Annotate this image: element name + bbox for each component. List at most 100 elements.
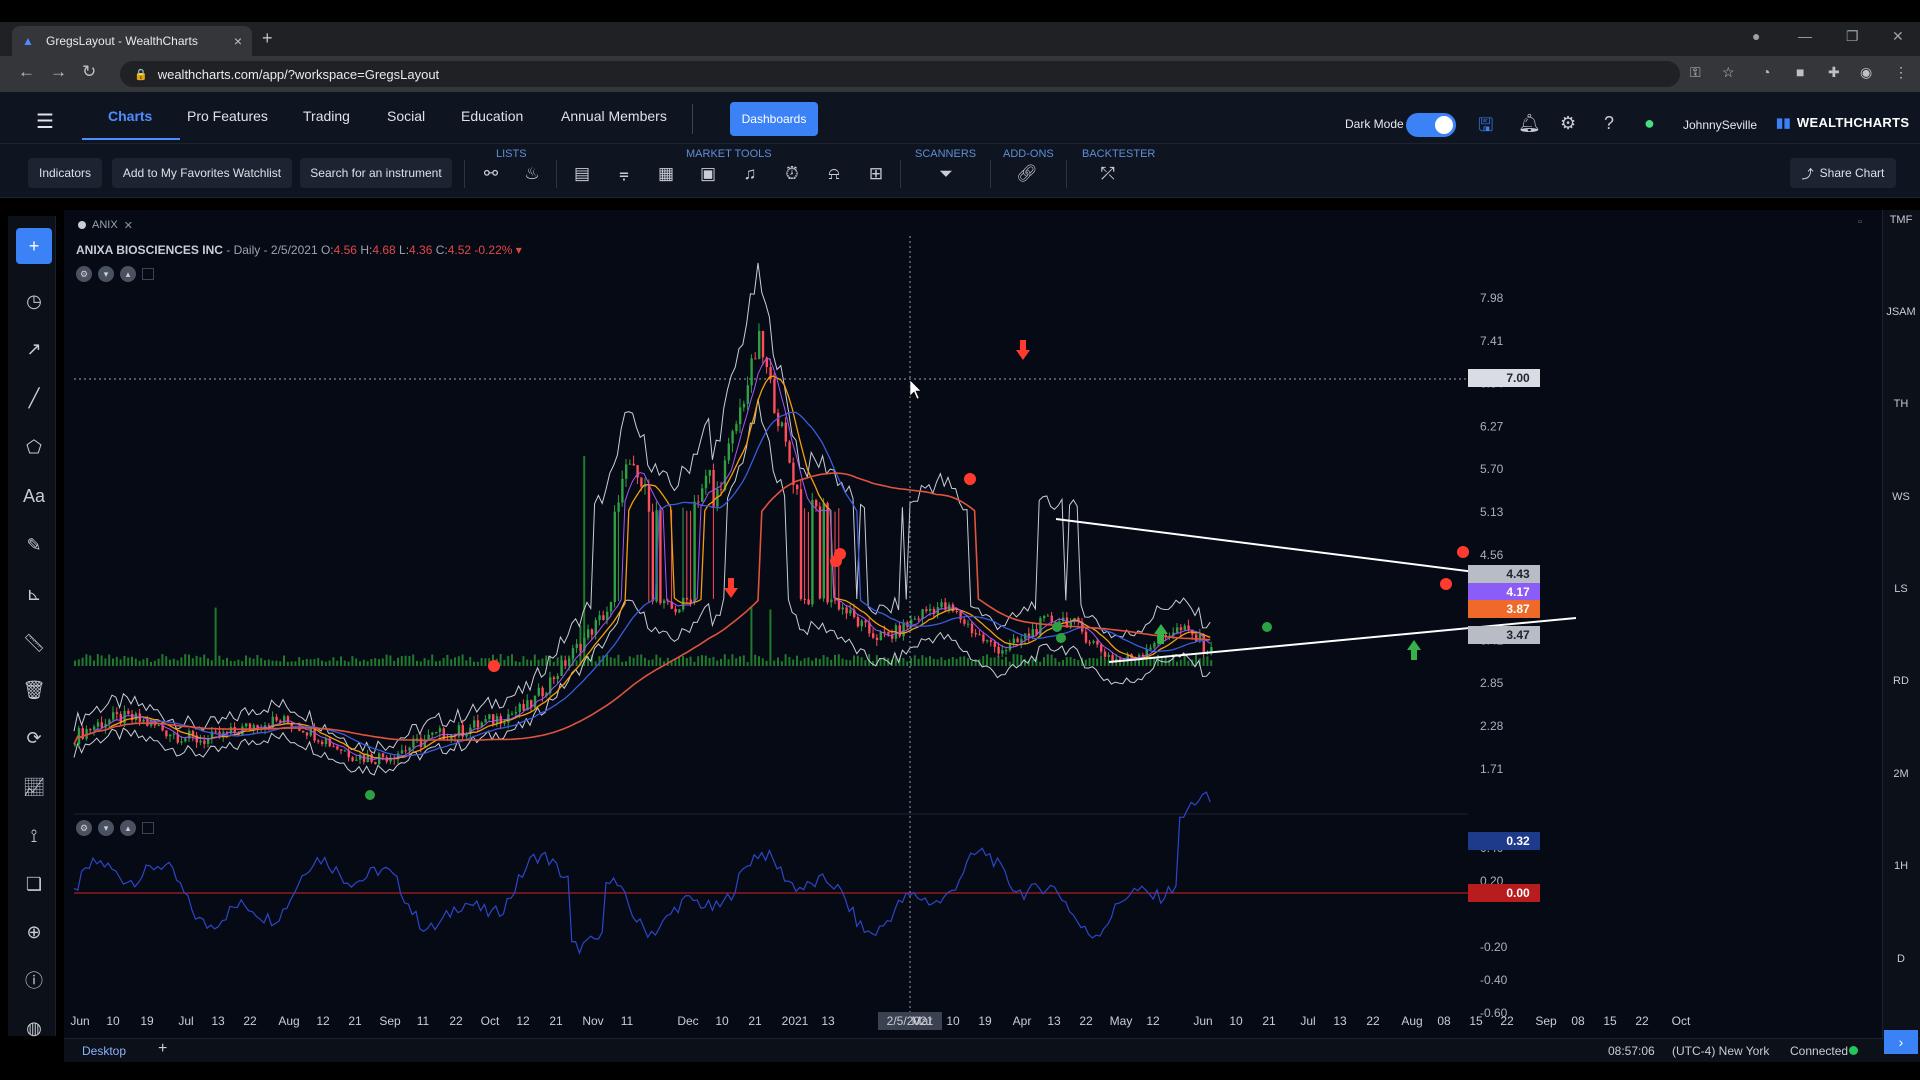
avatar[interactable]: ◉ <box>1860 64 1872 81</box>
ruler-icon[interactable]: 📏︎ <box>16 625 52 661</box>
share-chart-button[interactable]: ⤴ Share Chart <box>1790 158 1896 188</box>
bookmark-star-icon[interactable]: ☆ <box>1722 64 1735 81</box>
extension-icon[interactable]: ◔ <box>1762 64 1770 80</box>
volume-bar <box>849 660 852 666</box>
profile-circle-icon[interactable]: ● <box>1752 28 1760 44</box>
volume-bar <box>191 658 194 666</box>
right-panel-label-2m[interactable]: 2M <box>1884 768 1918 780</box>
help-icon[interactable]: ? <box>1604 113 1614 134</box>
candle-body <box>678 609 681 613</box>
right-panel-label-ls[interactable]: LS <box>1884 583 1918 595</box>
layers-icon[interactable]: ❏ <box>16 866 52 902</box>
nodes-icon[interactable]: ⟟ <box>16 818 52 854</box>
hamburger-menu-icon[interactable]: ☰ <box>36 109 54 134</box>
tab-close-button[interactable]: × <box>234 33 242 49</box>
nav-education[interactable]: Education <box>461 108 523 124</box>
heatmap-icon[interactable]: ⊞ <box>864 164 888 184</box>
trend-icon[interactable]: ↗ <box>16 331 52 367</box>
link-chain-icon[interactable]: ⚯ <box>479 164 503 184</box>
minimize-window-icon[interactable]: — <box>1798 28 1812 44</box>
right-panel-label-1h[interactable]: 1H <box>1884 860 1918 872</box>
hot-list-flame-icon[interactable]: ♨ <box>520 164 544 184</box>
alarm-icon[interactable]: ⏰︎ <box>780 164 804 184</box>
add-favorites-button[interactable]: Add to My Favorites Watchlist <box>112 158 292 188</box>
puzzle-icon[interactable]: ✚ <box>1828 64 1840 81</box>
close-window-icon[interactable]: ✕ <box>1892 28 1904 45</box>
candle-body <box>587 629 590 638</box>
symbol-tab-close-icon[interactable]: ✕ <box>124 219 133 232</box>
workspace-tab-desktop[interactable]: Desktop <box>82 1044 126 1058</box>
nav-trading[interactable]: Trading <box>303 108 350 124</box>
right-panel-label-tmf[interactable]: TMF <box>1884 214 1918 226</box>
candle-body <box>773 379 776 413</box>
right-panel-label-th[interactable]: TH <box>1884 398 1918 410</box>
nav-charts[interactable]: Charts <box>108 108 152 124</box>
candle-body <box>537 687 540 696</box>
forward-icon[interactable]: → <box>50 62 67 82</box>
right-panel-label-ws[interactable]: WS <box>1884 491 1918 503</box>
news-icon[interactable]: ▤ <box>570 164 594 184</box>
volume-bar <box>625 661 627 666</box>
bell-icon[interactable]: 🔔︎ <box>1518 113 1541 134</box>
line-tool-icon[interactable]: ╱ <box>16 380 52 416</box>
refresh-icon[interactable]: ⟳ <box>16 720 52 756</box>
right-panel-label-d[interactable]: D <box>1884 953 1918 965</box>
trash-icon[interactable]: 🗑︎ <box>16 672 52 708</box>
key-icon[interactable]: ⚿ <box>1690 64 1701 81</box>
volume-bar <box>1016 654 1019 666</box>
gear-icon[interactable]: ⚙ <box>1560 113 1576 134</box>
right-panel-label-jsam[interactable]: JSAM <box>1884 306 1918 318</box>
dark-mode-toggle[interactable] <box>1406 113 1456 137</box>
chart-analysis-icon[interactable]: ⩦ <box>612 164 636 184</box>
username[interactable]: JohnnySeville <box>1683 118 1757 132</box>
info-icon[interactable]: ⓘ <box>16 962 52 998</box>
calendar-icon[interactable]: ▦ <box>654 164 678 184</box>
text-tool-icon[interactable]: Aa <box>16 478 52 514</box>
new-tab-button[interactable]: + <box>262 28 273 49</box>
status-globe-icon[interactable]: ● <box>1644 113 1655 134</box>
candle-body <box>427 734 430 740</box>
volume-bar <box>507 655 510 666</box>
addons-link-icon[interactable]: 🔗︎ <box>1015 164 1039 184</box>
expand-panel-arrow-icon[interactable]: › <box>1884 1030 1918 1054</box>
shapes-icon[interactable]: ⬠ <box>16 429 52 465</box>
url-field[interactable]: 🔒 wealthcharts.com/app/?workspace=GregsL… <box>120 61 1680 87</box>
measure-icon[interactable]: ⊾ <box>16 576 52 612</box>
pencil-icon[interactable]: ✎ <box>16 527 52 563</box>
add-tool-icon[interactable]: + <box>16 228 52 264</box>
extension-red-icon[interactable]: ■ <box>1796 64 1804 80</box>
filter-icon[interactable]: ⏷ <box>934 164 958 184</box>
indicators-button[interactable]: Indicators <box>28 158 102 188</box>
time-axis-label: 15 <box>1603 1014 1617 1028</box>
price-chart[interactable]: 2/5/2021 7.987.416.846.275.705.134.563.9… <box>64 236 1882 1032</box>
sell-dot <box>488 660 500 672</box>
volume-bar <box>647 659 650 666</box>
restore-window-icon[interactable]: ❐ <box>1846 28 1859 45</box>
crosshair-icon[interactable]: ⊕ <box>16 914 52 950</box>
right-panel-label-rd[interactable]: RD <box>1884 675 1918 687</box>
nav-annual-members[interactable]: Annual Members <box>561 108 667 124</box>
price-axis[interactable]: 7.987.416.846.275.705.134.563.993.422.85… <box>1480 291 1508 1020</box>
candle-body <box>1176 627 1179 633</box>
add-workspace-button[interactable]: + <box>158 1040 167 1058</box>
reload-icon[interactable]: ↻ <box>82 62 96 82</box>
alert-bell-icon[interactable]: ♫ <box>738 164 762 184</box>
nav-pro-features[interactable]: Pro Features <box>187 108 268 124</box>
symbol-tab[interactable]: ANIX ✕ <box>78 214 152 236</box>
status-timezone[interactable]: (UTC-4) New York <box>1672 1044 1769 1058</box>
browser-tab[interactable]: ▲ GregsLayout - WealthCharts × <box>12 26 252 56</box>
line-chart-icon[interactable]: 📈︎ <box>16 769 52 805</box>
clock-icon[interactable]: ◷ <box>16 283 52 319</box>
calculator-icon[interactable]: ▣ <box>696 164 720 184</box>
dashboards-button[interactable]: Dashboards <box>730 102 818 136</box>
volume-bar <box>85 654 88 666</box>
maximize-pane-icon[interactable]: ▫ <box>1858 216 1862 228</box>
browser-menu-icon[interactable]: ⋮ <box>1894 64 1908 81</box>
save-layout-icon[interactable]: 🖫 <box>1478 113 1493 143</box>
globe-icon[interactable]: ◍ <box>16 1010 52 1046</box>
notification-icon[interactable]: ⍾ <box>822 164 846 184</box>
back-icon[interactable]: ← <box>18 62 35 82</box>
backtester-icon[interactable]: ⤱ <box>1096 164 1120 184</box>
nav-social[interactable]: Social <box>387 108 425 124</box>
search-instrument-button[interactable]: Search for an instrument <box>300 158 452 188</box>
